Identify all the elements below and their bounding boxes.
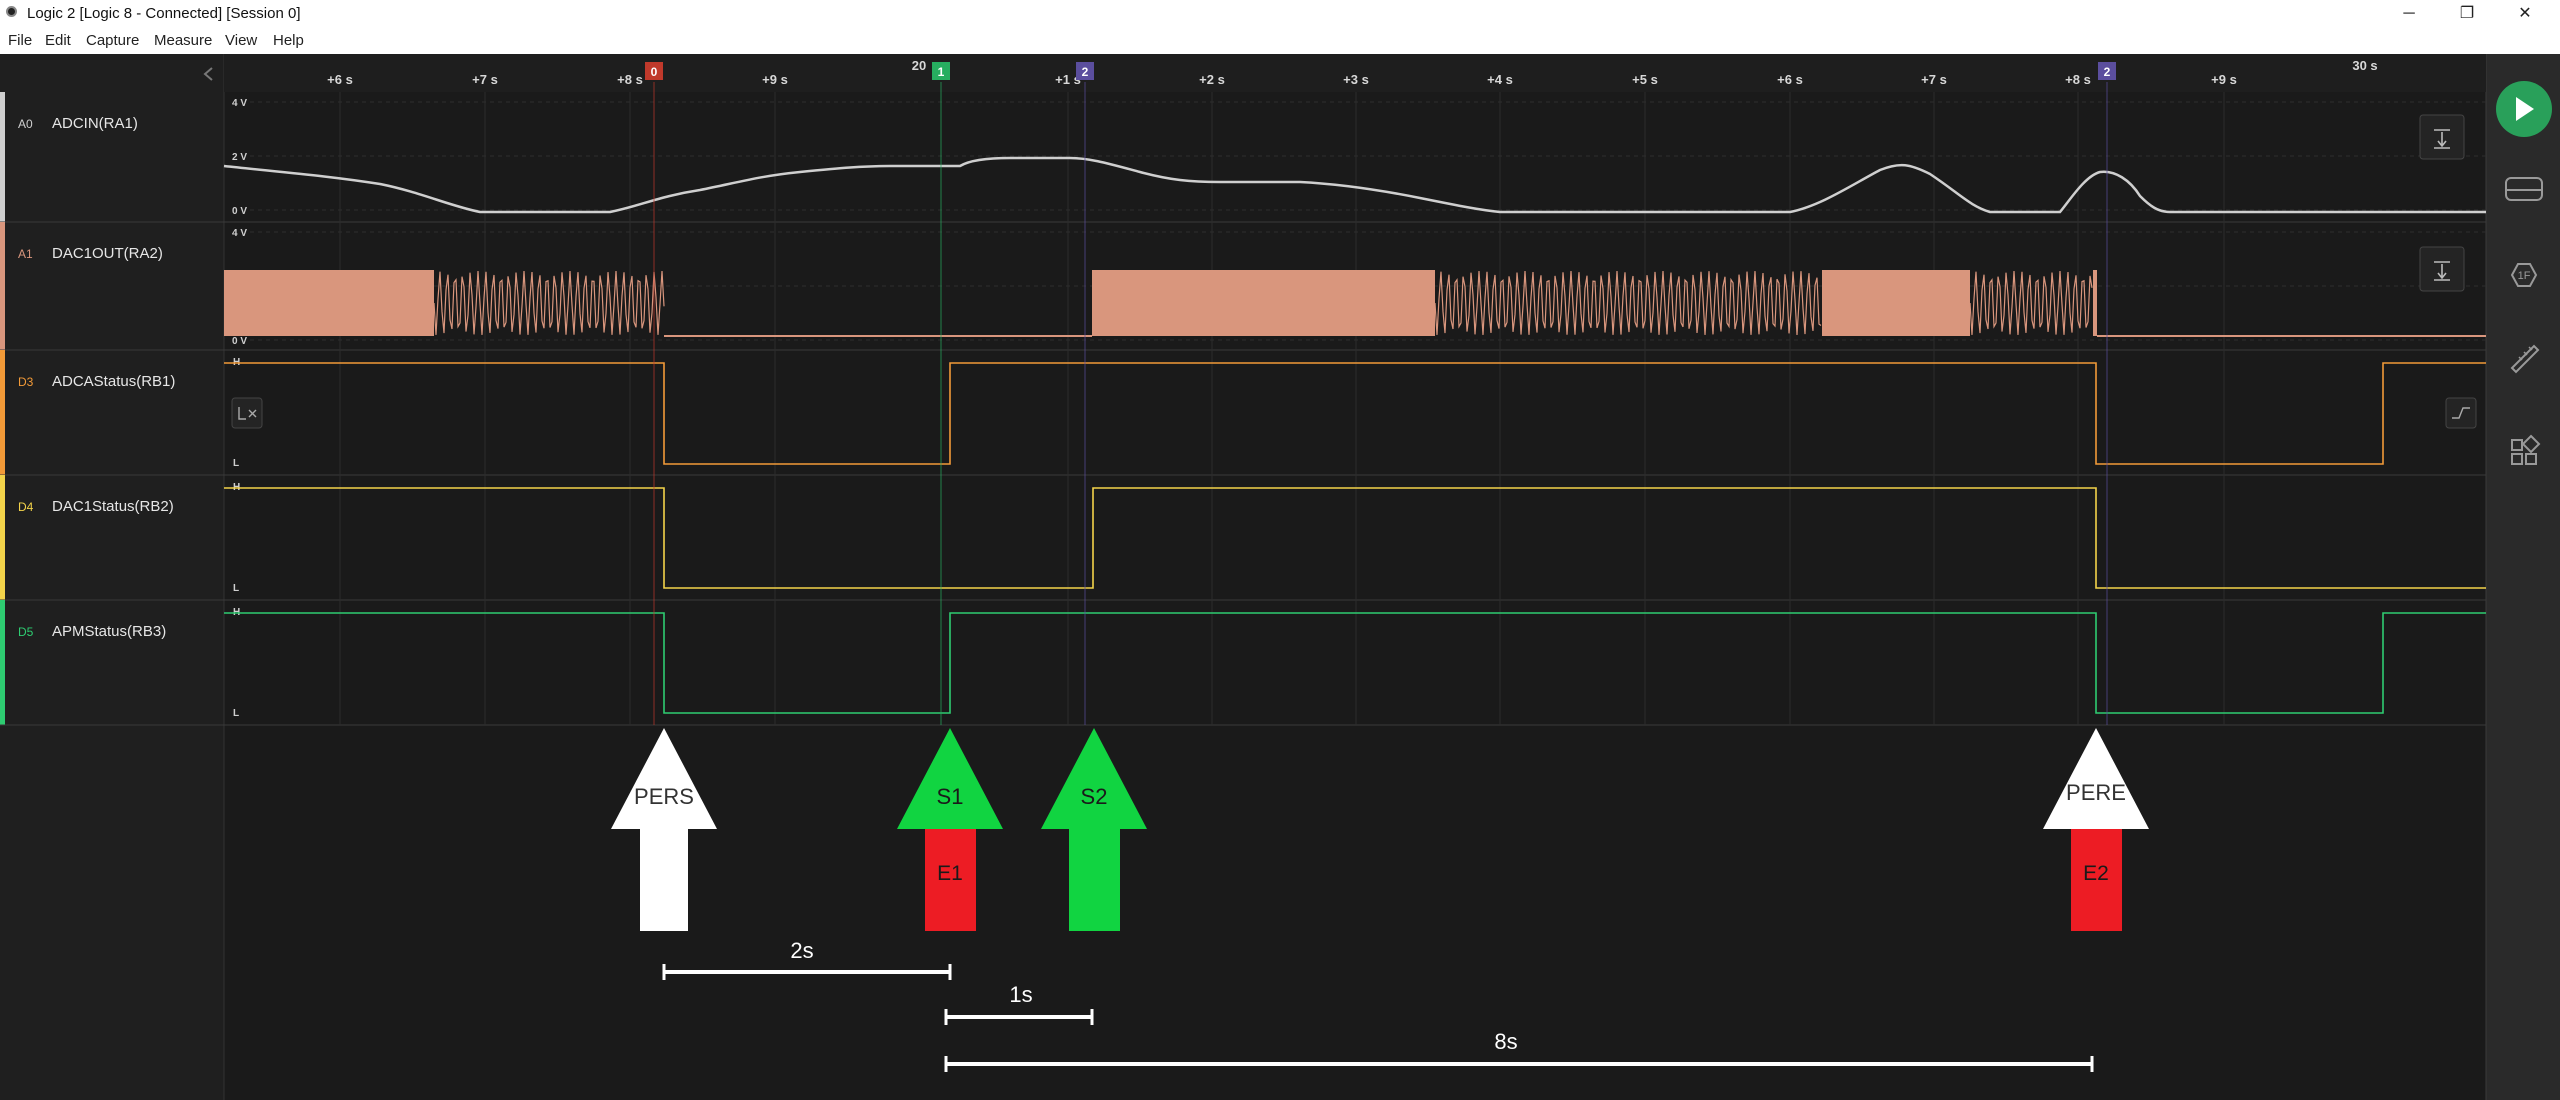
timeline-major-label: 20 — [912, 58, 926, 73]
dac-dense-region — [1822, 270, 1970, 336]
scale-label: 0 V — [232, 336, 247, 347]
timeline-tick-label: +6 s — [327, 72, 353, 87]
scale-label: 4 V — [232, 228, 247, 239]
scale-label: 0 V — [232, 206, 247, 217]
timeline-tick-label: +4 s — [1487, 72, 1513, 87]
menu-bar: File Edit Capture Measure View Help — [0, 27, 2560, 55]
timeline-tick-label: +9 s — [2211, 72, 2237, 87]
capture-canvas[interactable]: +6 s +7 s +8 s +9 s +1 s +2 s +3 s +4 s +5 s +6 s… — [0, 54, 2560, 1100]
dac-dense-region — [224, 270, 434, 336]
a0-zoom-fit-button[interactable] — [2419, 114, 2465, 160]
timeline-tick-label: +6 s — [1777, 72, 1803, 87]
channel-name[interactable]: ADCAStatus(RB1) — [52, 373, 175, 390]
dac-dense-region — [1092, 270, 1435, 336]
channel-color-strip — [0, 222, 5, 350]
svg-text:1F: 1F — [2518, 270, 2531, 282]
timeline-tick-label: +8 s — [2065, 72, 2091, 87]
channel-id: D3 — [18, 375, 34, 389]
channel-color-strip — [0, 92, 5, 222]
channel-color-strip — [0, 350, 5, 475]
timing-marker-label: 0 — [651, 65, 658, 79]
timeline-tick-label: +5 s — [1632, 72, 1658, 87]
annotation-label: S2 — [1081, 784, 1108, 809]
right-toolbar — [2486, 54, 2560, 1100]
timeline-tick-label: +7 s — [1921, 72, 1947, 87]
channel-id: D4 — [18, 500, 34, 514]
menu-help[interactable]: Help — [273, 32, 304, 49]
scale-label: 4 V — [232, 98, 247, 109]
level-low-label: L — [233, 708, 239, 719]
title-bar: Logic 2 [Logic 8 - Connected] [Session 0… — [0, 0, 2560, 27]
close-button[interactable]: ✕ — [2502, 0, 2548, 27]
minimize-button[interactable]: ─ — [2386, 0, 2432, 27]
timing-marker-label: 1 — [938, 65, 945, 79]
channel-name[interactable]: ADCIN(RA1) — [52, 115, 138, 132]
a1-zoom-fit-button[interactable] — [2419, 246, 2465, 292]
timeline-tick-label: +7 s — [472, 72, 498, 87]
annotation-label: PERS — [634, 784, 694, 809]
menu-file[interactable]: File — [8, 32, 32, 49]
channel-id: A1 — [18, 247, 33, 261]
timing-marker-label: 2 — [2104, 65, 2111, 79]
channel-color-strip — [0, 600, 5, 725]
timeline-tick-label: +3 s — [1343, 72, 1369, 87]
scale-label: 2 V — [232, 152, 247, 163]
channel-name[interactable]: DAC1Status(RB2) — [52, 498, 174, 515]
menu-measure[interactable]: Measure — [154, 32, 212, 49]
timeline-tick-label: +2 s — [1199, 72, 1225, 87]
annotation-label: S1 — [937, 784, 964, 809]
annotation-sub-label: E1 — [937, 862, 963, 885]
channel-name[interactable]: DAC1OUT(RA2) — [52, 245, 163, 262]
timeline-tick-label: +9 s — [762, 72, 788, 87]
level-low-label: L — [233, 583, 239, 594]
annotation-sub-label: E2 — [2083, 862, 2109, 885]
annotation-label: PERE — [2066, 780, 2126, 805]
menu-capture[interactable]: Capture — [86, 32, 139, 49]
maximize-button[interactable]: ❐ — [2444, 0, 2490, 27]
duration-label: 1s — [1009, 982, 1032, 1007]
channel-id: D5 — [18, 625, 34, 639]
menu-view[interactable]: View — [225, 32, 257, 49]
level-low-label: L — [233, 458, 239, 469]
channel-name[interactable]: APMStatus(RB3) — [52, 623, 166, 640]
dac-dense-region — [2093, 270, 2097, 336]
channel-id: A0 — [18, 117, 33, 131]
duration-label: 8s — [1494, 1029, 1517, 1054]
app-icon — [6, 6, 17, 17]
duration-label: 2s — [790, 938, 813, 963]
menu-edit[interactable]: Edit — [45, 32, 71, 49]
timeline-major-label: 30 s — [2352, 58, 2377, 73]
d3-rising-edge-trigger-icon[interactable] — [2445, 397, 2477, 429]
play-icon[interactable] — [2496, 81, 2552, 137]
timing-marker-label: 2 — [1082, 65, 1089, 79]
timeline-tick-label: +8 s — [617, 72, 643, 87]
d3-falling-edge-trigger-icon[interactable] — [231, 397, 263, 429]
channel-label-panel — [0, 54, 224, 1100]
channel-color-strip — [0, 475, 5, 600]
window-title: Logic 2 [Logic 8 - Connected] [Session 0… — [27, 5, 301, 22]
